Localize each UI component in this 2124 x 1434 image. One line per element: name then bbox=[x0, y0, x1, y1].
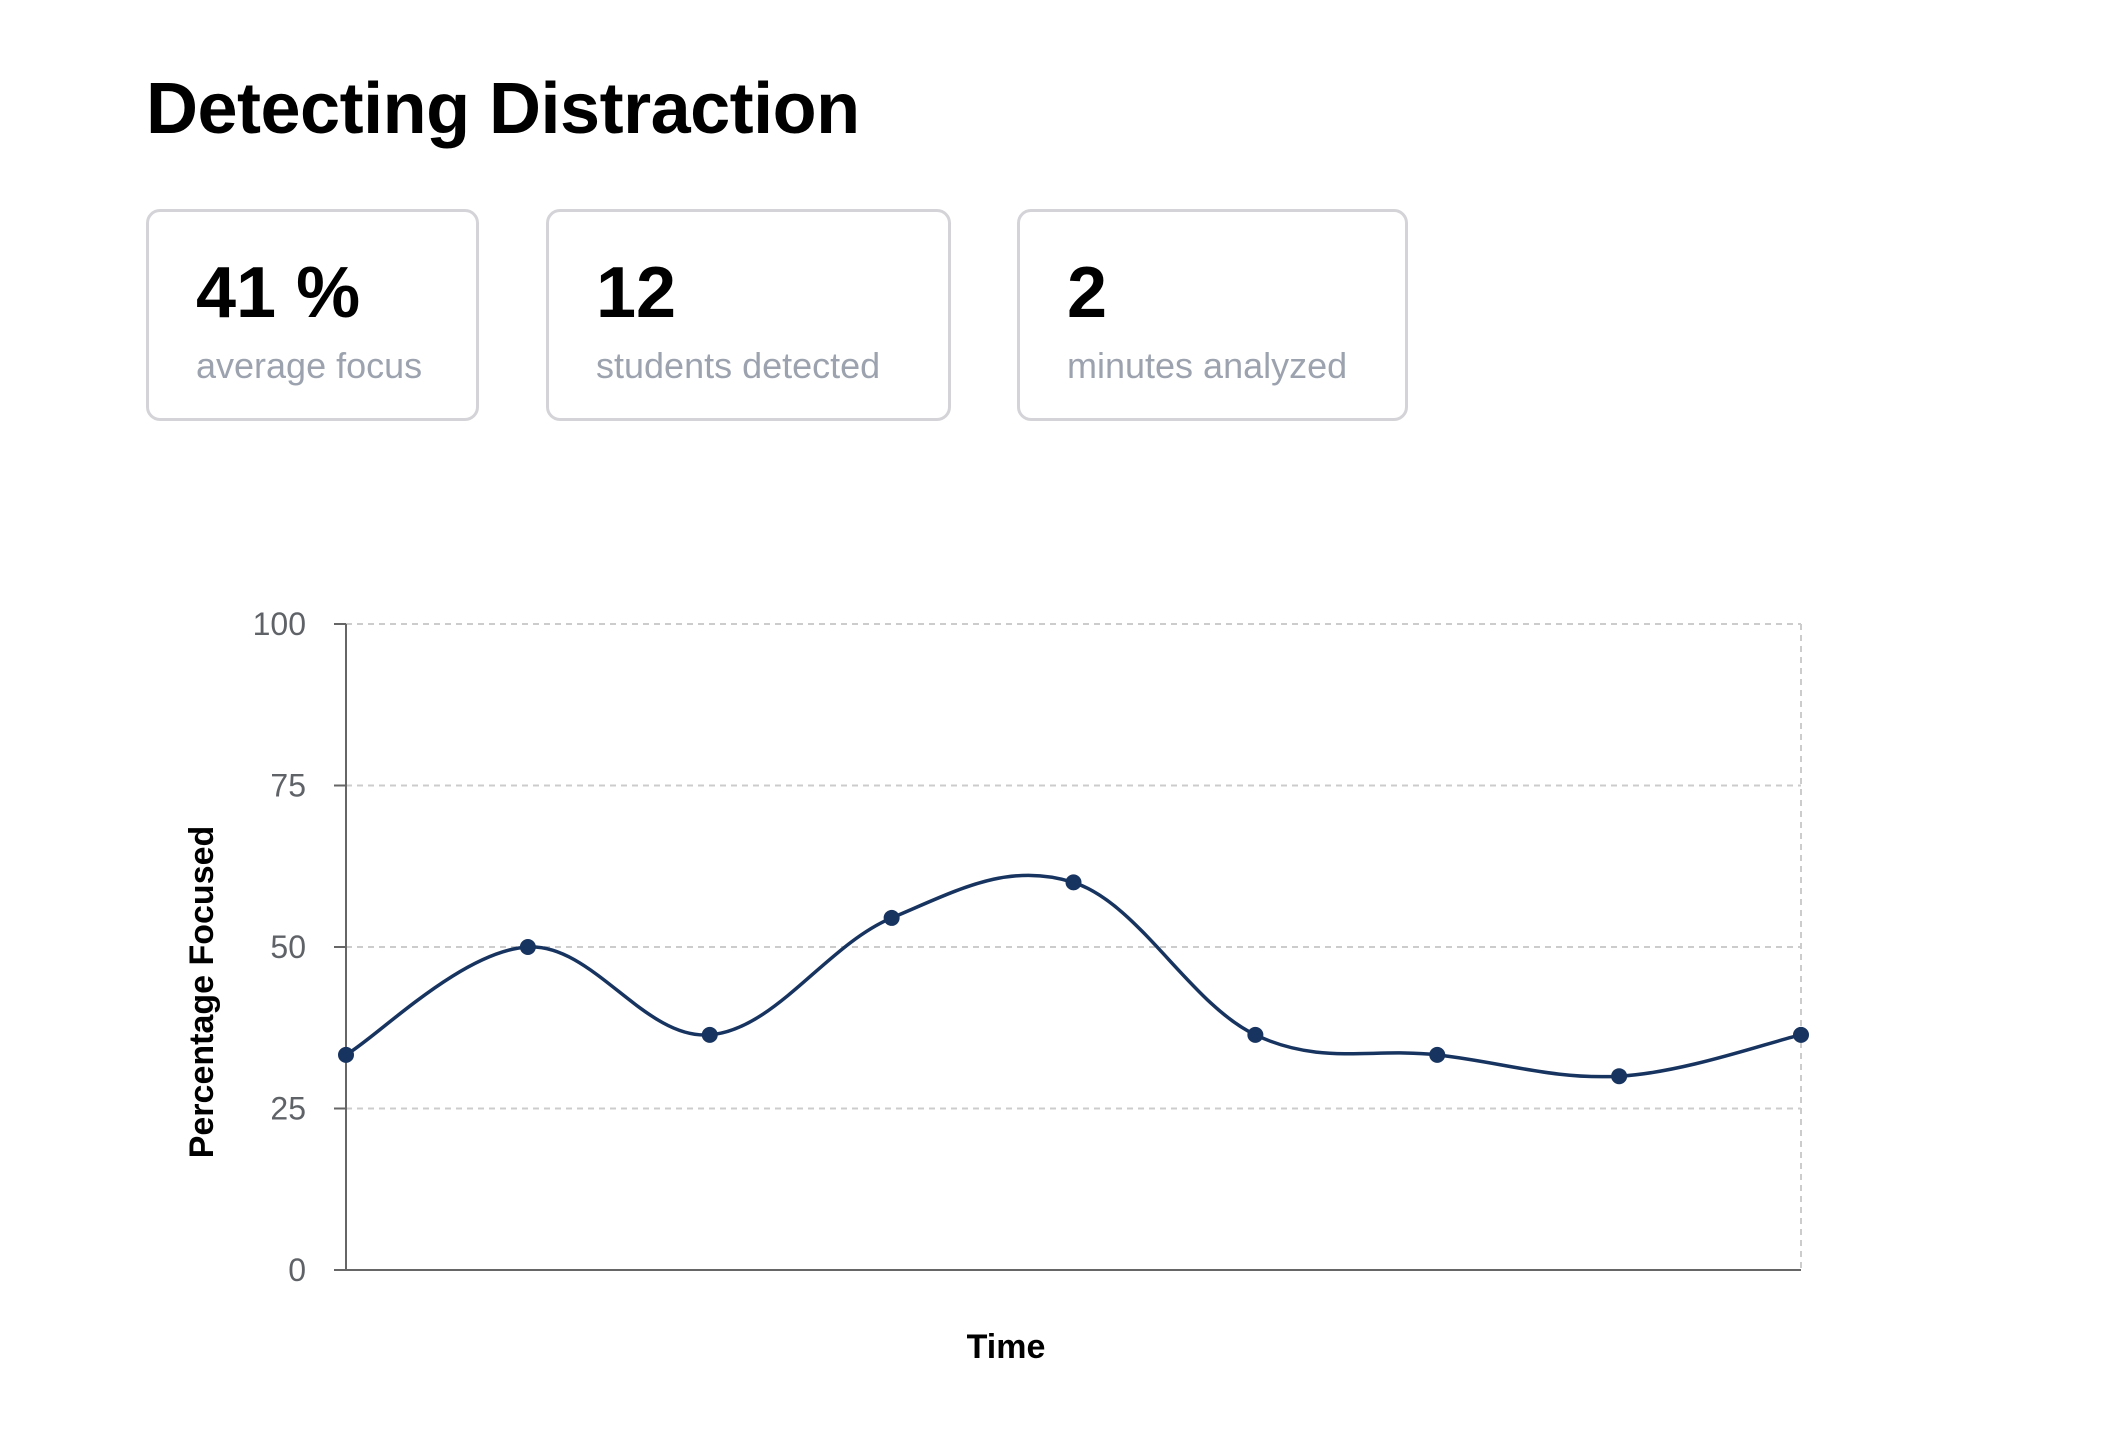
x-axis-title: Time bbox=[967, 1328, 1046, 1366]
y-tick-label-100: 100 bbox=[253, 606, 306, 642]
data-point-2 bbox=[519, 939, 536, 955]
data-point-4 bbox=[883, 909, 900, 926]
data-point-1 bbox=[338, 1046, 354, 1063]
y-tick-label-75: 75 bbox=[270, 768, 306, 804]
y-tick-label-50: 50 bbox=[270, 929, 306, 965]
y-axis-title: Percentage Focused bbox=[183, 826, 221, 1159]
y-tick-label-0: 0 bbox=[288, 1252, 306, 1288]
data-point-6 bbox=[1247, 1026, 1264, 1043]
focus-line-chart: 0 25 50 75 100 Time Percentage Focused bbox=[183, 606, 1809, 1366]
data-point-8 bbox=[1611, 1068, 1628, 1085]
data-point-9 bbox=[1793, 1026, 1809, 1043]
y-tick-labels: 0 25 50 75 100 bbox=[253, 606, 306, 1288]
data-point-7 bbox=[1429, 1046, 1446, 1063]
focus-series-points bbox=[338, 874, 1809, 1085]
chart-grid bbox=[346, 623, 1802, 1270]
focus-series-line bbox=[344, 873, 1803, 1079]
data-point-3 bbox=[701, 1026, 718, 1043]
y-tick-label-25: 25 bbox=[270, 1091, 306, 1127]
data-point-5 bbox=[1065, 874, 1082, 891]
